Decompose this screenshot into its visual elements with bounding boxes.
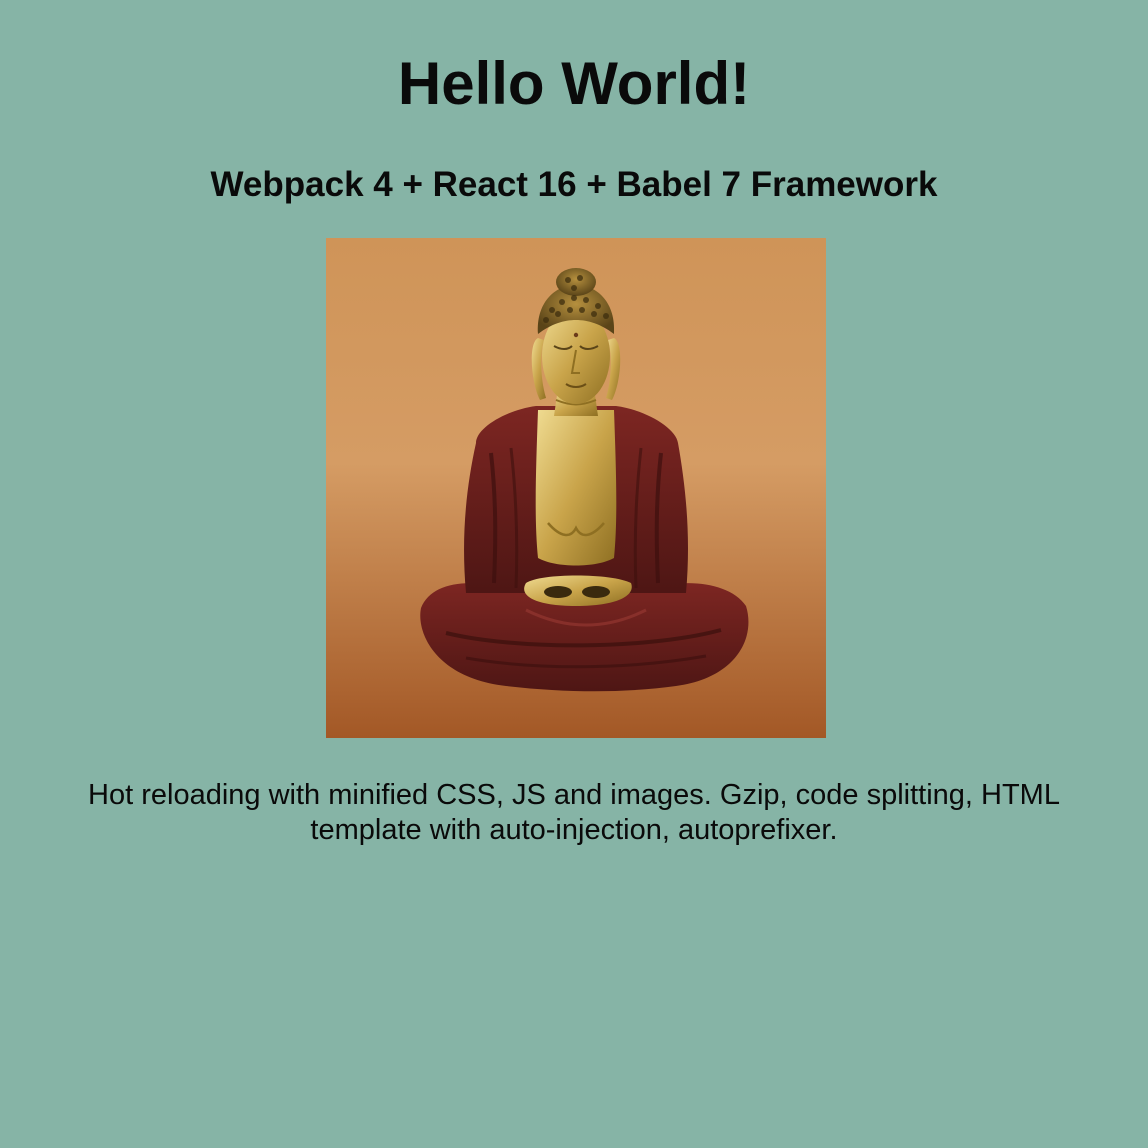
buddha-statue-image [326,238,826,738]
feature-description: Hot reloading with minified CSS, JS and … [88,779,1060,846]
page-subtitle: Webpack 4 + React 16 + Babel 7 Framework [210,165,938,204]
page-title: Hello World! [397,50,751,117]
page: Hello World! Webpack 4 + React 16 + Babe… [0,0,1148,1148]
